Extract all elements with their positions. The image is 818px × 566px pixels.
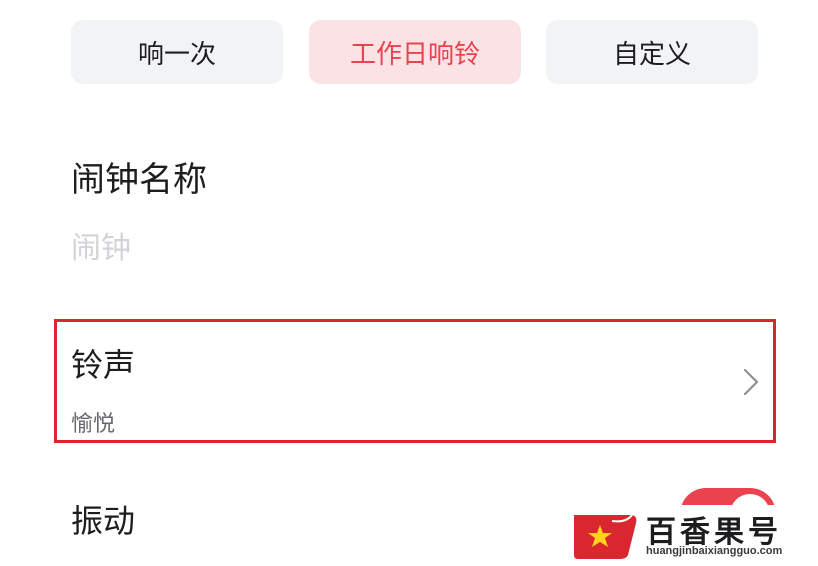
repeat-workday-label: 工作日响铃 [349, 39, 480, 70]
ringtone-value: 愉悦 [71, 412, 116, 437]
repeat-workday-button[interactable]: 工作日响铃 [309, 20, 521, 84]
alarm-name-title: 闹钟名称 [71, 160, 207, 200]
repeat-custom-label: 自定义 [612, 39, 691, 70]
repeat-once-label: 响一次 [137, 39, 216, 70]
chevron-right-icon [743, 368, 759, 396]
vibration-title: 振动 [71, 502, 136, 540]
ringtone-row[interactable]: 铃声 愉悦 [54, 319, 776, 443]
star-logo-icon [574, 514, 637, 559]
repeat-once-button[interactable]: 响一次 [71, 20, 283, 84]
watermark-domain: huangjinbaixiangguo.com [646, 545, 783, 557]
watermark: 百香果号 huangjinbaixiangguo.com [566, 505, 818, 566]
repeat-custom-button[interactable]: 自定义 [546, 20, 758, 84]
alarm-name-input[interactable] [71, 224, 751, 272]
ringtone-title: 铃声 [71, 346, 136, 384]
alarm-edit-screen: 响一次 工作日响铃 自定义 闹钟名称 铃声 愉悦 振动 百香果号 huangji… [0, 0, 818, 566]
